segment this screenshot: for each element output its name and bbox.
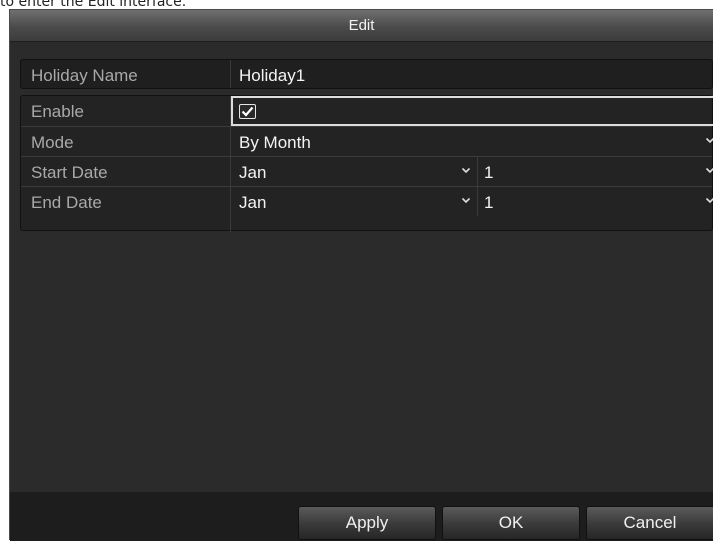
start-date-row: Start Date Jan 1 (21, 157, 713, 186)
enable-row: Enable (21, 96, 713, 126)
dialog-title-bar: Edit (10, 10, 713, 42)
chevron-down-icon (461, 197, 471, 204)
document-caption-text: to enter the Edit interface. (0, 0, 187, 10)
mode-value: By Month (239, 133, 311, 152)
start-date-label: Start Date (31, 163, 108, 182)
holiday-name-value: Holiday1 (239, 66, 306, 85)
check-icon (241, 106, 254, 117)
end-day-select[interactable]: 1 (478, 187, 713, 216)
chevron-down-icon (705, 197, 713, 204)
mode-select[interactable]: By Month (231, 127, 713, 156)
end-date-fields: Jan 1 (231, 187, 713, 216)
apply-button[interactable]: Apply (298, 506, 436, 540)
end-month-value: Jan (239, 193, 267, 212)
start-month-select[interactable]: Jan (231, 157, 477, 186)
edit-dialog: Edit Holiday Name Holiday1 Enable Mode B… (9, 9, 713, 541)
start-day-value: 1 (484, 163, 494, 182)
start-month-value: Jan (239, 163, 267, 182)
end-month-select[interactable]: Jan (231, 187, 477, 216)
cancel-button[interactable]: Cancel (586, 506, 713, 540)
end-date-label: End Date (31, 193, 102, 212)
start-date-fields: Jan 1 (231, 157, 713, 186)
end-date-row: End Date Jan 1 (21, 187, 713, 216)
holiday-settings-group: Enable Mode By Month Start Date Jan 1 En… (20, 95, 713, 232)
chevron-down-icon (705, 167, 713, 174)
mode-row: Mode By Month (21, 127, 713, 156)
dialog-title: Edit (348, 17, 375, 34)
holiday-name-field[interactable]: Holiday1 (231, 60, 712, 88)
holiday-name-label: Holiday Name (31, 66, 138, 85)
ok-button[interactable]: OK (442, 506, 580, 540)
chevron-down-icon (461, 167, 471, 174)
start-day-select[interactable]: 1 (478, 157, 713, 186)
chevron-down-icon (705, 137, 713, 144)
enable-label: Enable (31, 102, 84, 121)
holiday-name-row: Holiday Name Holiday1 (20, 59, 713, 89)
enable-field (231, 96, 713, 126)
mode-label: Mode (31, 133, 74, 152)
enable-checkbox[interactable] (239, 104, 256, 119)
end-day-value: 1 (484, 193, 494, 212)
